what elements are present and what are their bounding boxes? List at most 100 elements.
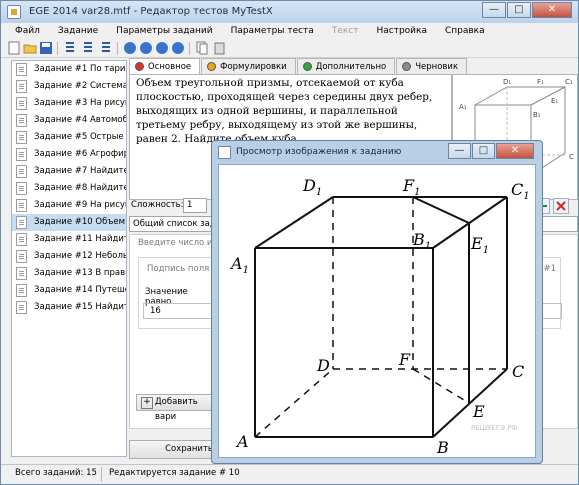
task-item[interactable]: Задание #5 Острые углы xyxy=(12,129,126,146)
preview-minimize-button[interactable]: — xyxy=(448,143,471,159)
task-item[interactable]: Задание #3 На рисунке ж xyxy=(12,95,126,112)
vertex-label-d: D xyxy=(316,356,330,375)
vertex-label: B₁ xyxy=(533,111,541,119)
vertex-label: C xyxy=(569,153,574,161)
green-dot-icon xyxy=(302,62,312,71)
menu-task-params[interactable]: Параметры заданий xyxy=(116,23,212,39)
document-icon xyxy=(16,233,27,246)
orange-dot-icon xyxy=(207,62,217,71)
menu-task[interactable]: Задание xyxy=(58,23,98,39)
preview-maximize-button[interactable]: □ xyxy=(472,143,495,159)
preview-close-button[interactable]: ✕ xyxy=(496,143,534,159)
task-list[interactable]: Задание #1 По тарифному Задание #2 Систе… xyxy=(11,60,127,457)
title-bar[interactable]: EGE 2014 var28.mtf - Редактор тестов MyT… xyxy=(1,1,578,23)
task-item[interactable]: Задание #14 Путешеств xyxy=(12,282,126,299)
preview-image-area: D1 F1 C1 A1 B1 E1 D F C A B E РЕШУЕГЭ.РФ xyxy=(218,164,536,458)
tab-draft[interactable]: Черновик xyxy=(396,58,468,74)
task-item[interactable]: Задание #1 По тарифному xyxy=(12,61,126,78)
task-item[interactable]: Задание #13 В правильн xyxy=(12,265,126,282)
document-icon xyxy=(16,250,27,263)
tab-additional[interactable]: Дополнительно xyxy=(296,58,396,74)
tab-main[interactable]: Основное xyxy=(129,58,201,74)
move-up-icon[interactable] xyxy=(123,41,137,55)
add-task-icon[interactable] xyxy=(63,41,77,55)
task-item[interactable]: Задание #8 Найдите гра xyxy=(12,180,126,197)
task-item[interactable]: Задание #2 Система нав xyxy=(12,78,126,95)
preview-window-icon xyxy=(218,146,231,159)
document-icon xyxy=(16,63,27,76)
question-text[interactable]: Объем треугольной призмы, отсекаемой от … xyxy=(136,76,449,146)
task-item[interactable]: Задание #9 На рисунке и xyxy=(12,197,126,214)
task-item[interactable]: Задание #7 Найдите кор xyxy=(12,163,126,180)
editor-tabs: Основное Формулировки Дополнительно Черн… xyxy=(129,58,468,74)
delete-icon xyxy=(556,201,566,211)
delete-image-button[interactable] xyxy=(553,198,569,214)
vertex-label: F₁ xyxy=(537,78,544,86)
maximize-button[interactable]: □ xyxy=(507,2,531,18)
minimize-button[interactable]: — xyxy=(482,2,506,18)
vertex-label-b: B xyxy=(436,438,449,457)
menu-settings[interactable]: Настройка xyxy=(376,23,427,39)
watermark: РЕШУЕГЭ.РФ xyxy=(471,424,517,432)
document-icon xyxy=(16,182,27,195)
close-button[interactable]: ✕ xyxy=(532,2,572,18)
vertex-label: A₁ xyxy=(459,103,467,111)
red-dot-icon xyxy=(135,62,144,71)
answer-value: 16 xyxy=(150,306,161,316)
menu-bar: Файл Задание Параметры заданий Параметры… xyxy=(1,23,578,39)
task-item[interactable]: Задание #11 Найдите зн xyxy=(12,231,126,248)
vertex-label-e1: E1 xyxy=(470,234,489,256)
menu-file[interactable]: Файл xyxy=(15,23,40,39)
task-item[interactable]: Задание #4 Автомобиль xyxy=(12,112,126,129)
vertex-label-c1: C1 xyxy=(511,180,530,202)
open-folder-icon[interactable] xyxy=(23,41,37,55)
equals-label: Значение равно xyxy=(145,287,188,307)
vertex-label-f: F xyxy=(398,350,411,369)
paste-icon[interactable] xyxy=(213,41,227,55)
menu-text: Текст xyxy=(331,26,359,36)
app-icon xyxy=(7,5,21,19)
status-bar: Всего заданий: 15 Редактируется задание … xyxy=(1,464,578,484)
difficulty-spinner[interactable]: 1 xyxy=(183,198,207,213)
difficulty-label: Сложность: xyxy=(131,200,184,210)
copy-icon[interactable] xyxy=(195,41,209,55)
move-top-icon[interactable] xyxy=(155,41,169,55)
task-item[interactable]: Задание #15 Найдите то xyxy=(12,299,126,316)
cube-figure: D1 F1 C1 A1 B1 E1 D F C A B E РЕШУЕГЭ.РФ xyxy=(229,176,530,457)
vertex-label-a: A xyxy=(235,432,249,451)
add-variant-button[interactable]: Добавить вари xyxy=(136,394,220,422)
menu-help[interactable]: Справка xyxy=(445,23,485,39)
answer-index: #1 xyxy=(543,264,556,274)
tab-formulations[interactable]: Формулировки xyxy=(201,58,296,74)
menu-test-params[interactable]: Параметры теста xyxy=(231,23,314,39)
vertex-label-d1: D1 xyxy=(302,176,322,198)
task-item[interactable]: Задание #12 Небольшой xyxy=(12,248,126,265)
vertex-label: E₁ xyxy=(551,97,558,105)
save-icon[interactable] xyxy=(39,41,53,55)
document-icon xyxy=(16,267,27,280)
vertex-label-f1: F1 xyxy=(402,176,420,198)
delete-task-icon[interactable] xyxy=(99,41,113,55)
document-icon xyxy=(16,199,27,212)
status-total: Всего заданий: 15 xyxy=(15,468,97,478)
vertex-label-c: C xyxy=(512,362,524,381)
toolbar xyxy=(1,39,578,58)
move-bottom-icon[interactable] xyxy=(171,41,185,55)
document-icon xyxy=(16,148,27,161)
new-file-icon[interactable] xyxy=(7,41,21,55)
preview-title: Просмотр изображения к заданию xyxy=(236,147,402,157)
vertex-label-b1: B1 xyxy=(412,230,431,252)
preview-title-bar[interactable]: Просмотр изображения к заданию — □ ✕ xyxy=(218,143,536,163)
task-item-selected[interactable]: Задание #10 Объем треу xyxy=(12,214,126,231)
document-icon xyxy=(16,80,27,93)
insert-task-icon[interactable] xyxy=(81,41,95,55)
document-icon xyxy=(16,284,27,297)
document-icon xyxy=(16,97,27,110)
image-preview-window: Просмотр изображения к заданию — □ ✕ D1 … xyxy=(211,140,543,464)
task-item[interactable]: Задание #6 Агрофирма з xyxy=(12,146,126,163)
document-icon xyxy=(16,301,27,314)
document-icon xyxy=(16,165,27,178)
gray-dot-icon xyxy=(402,62,412,71)
move-down-icon[interactable] xyxy=(139,41,153,55)
vertex-label: D₁ xyxy=(503,78,511,86)
